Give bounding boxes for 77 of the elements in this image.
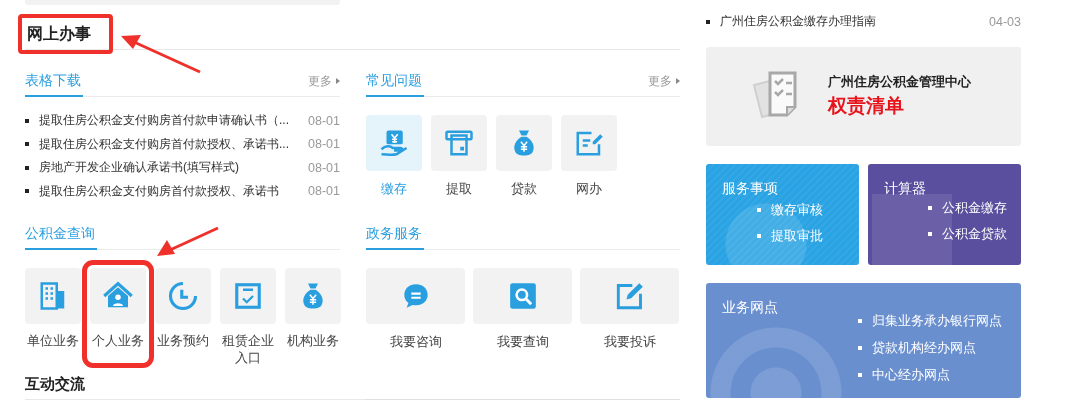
service-tile[interactable]: [580, 268, 679, 324]
caret-icon: [676, 78, 680, 84]
bullet-icon: [757, 234, 761, 238]
service-tile[interactable]: [473, 268, 572, 324]
annotation-arrow: [156, 226, 220, 258]
service-tile[interactable]: [561, 115, 617, 171]
tile-label: 个人业务: [91, 333, 145, 350]
bullet-icon: [757, 208, 761, 212]
service-tile[interactable]: [285, 268, 341, 324]
bullet-icon: [25, 165, 29, 170]
section-tab[interactable]: 政务服务: [366, 219, 424, 250]
date-text: 08-01: [308, 113, 340, 128]
card-link[interactable]: 提取审批: [771, 227, 823, 245]
section-tab[interactable]: 表格下载: [25, 66, 83, 97]
clock-icon: [168, 281, 198, 311]
date-text: 04-03: [989, 14, 1021, 29]
banner-subtitle: 广州住房公积金管理中心: [828, 73, 971, 91]
service-tile[interactable]: [220, 268, 276, 324]
card-link[interactable]: 公积金贷款: [942, 225, 1007, 243]
chat-bubble-icon: [401, 282, 430, 310]
guide-link[interactable]: 广州住房公积金缴存办理指南: [720, 13, 981, 31]
bullet-icon: [858, 346, 862, 350]
tile-label: 租赁企业入口: [221, 333, 275, 367]
card-title: 业务网点: [722, 299, 778, 315]
banner[interactable]: 广州住房公积金管理中心 权责清单: [706, 46, 1021, 146]
tile-label: 我要查询: [496, 334, 549, 351]
checklist-icon: [233, 281, 263, 311]
service-tile[interactable]: [90, 268, 146, 324]
date-text: 08-01: [308, 184, 340, 199]
card-link[interactable]: 贷款机构经办网点: [872, 339, 976, 357]
card-slot-icon: [444, 128, 474, 158]
more-link[interactable]: 更多: [648, 72, 680, 90]
tile-label: 缴存: [381, 181, 407, 198]
tile-label: 网办: [576, 181, 602, 198]
caret-icon: [336, 78, 340, 84]
document-link[interactable]: 提取住房公积金支付购房首付款授权、承诺书: [39, 182, 300, 200]
banner-title: 权责清单: [828, 93, 905, 118]
service-tile[interactable]: [155, 268, 211, 324]
bullet-icon: [928, 232, 932, 236]
service-tile[interactable]: [25, 268, 81, 324]
tile-label: 单位业务: [26, 333, 80, 350]
section-heading: 网上办事: [27, 24, 91, 44]
service-tile[interactable]: [366, 115, 422, 171]
bullet-icon: [25, 142, 29, 147]
tile-label: 业务预约: [156, 333, 210, 350]
bullet-icon: [25, 189, 29, 194]
card-link[interactable]: 归集业务承办银行网点: [872, 312, 1002, 330]
service-tile[interactable]: [431, 115, 487, 171]
tile-label: 机构业务: [286, 333, 340, 350]
card-link[interactable]: 中心经办网点: [872, 366, 950, 384]
date-text: 08-01: [308, 160, 340, 175]
card-link[interactable]: 缴存审核: [771, 201, 823, 219]
bullet-icon: [858, 319, 862, 323]
section-tab[interactable]: 公积金查询: [25, 219, 97, 250]
edit-icon: [615, 282, 644, 310]
search-icon: [508, 282, 537, 310]
more-link[interactable]: 更多: [308, 72, 340, 90]
bullet-icon: [858, 373, 862, 377]
date-text: 08-01: [308, 137, 340, 152]
bullet-icon: [928, 206, 932, 210]
document-link[interactable]: 提取住房公积金支付购房首付款授权、承诺书...: [39, 135, 300, 153]
section-tab[interactable]: 常见问题: [366, 66, 424, 97]
service-tile[interactable]: [496, 115, 552, 171]
document-link[interactable]: 房地产开发企业确认承诺书(填写样式): [39, 159, 300, 177]
tile-label: 我要投诉: [603, 334, 656, 351]
tile-label: 提取: [446, 181, 472, 198]
card-title: 计算器: [884, 180, 926, 196]
tile-label: 我要咨询: [389, 334, 442, 351]
hand-yen-icon: [379, 128, 409, 158]
tile-label: 贷款: [511, 181, 537, 198]
bullet-icon: [706, 19, 710, 24]
section-heading: 互动交流: [25, 374, 85, 394]
bullet-icon: [25, 118, 29, 123]
document-link[interactable]: 提取住房公积金支付购房首付款申请确认书（...: [39, 112, 300, 130]
card-title: 服务事项: [722, 180, 778, 196]
card-link[interactable]: 公积金缴存: [942, 199, 1007, 217]
service-tile[interactable]: [366, 268, 465, 324]
